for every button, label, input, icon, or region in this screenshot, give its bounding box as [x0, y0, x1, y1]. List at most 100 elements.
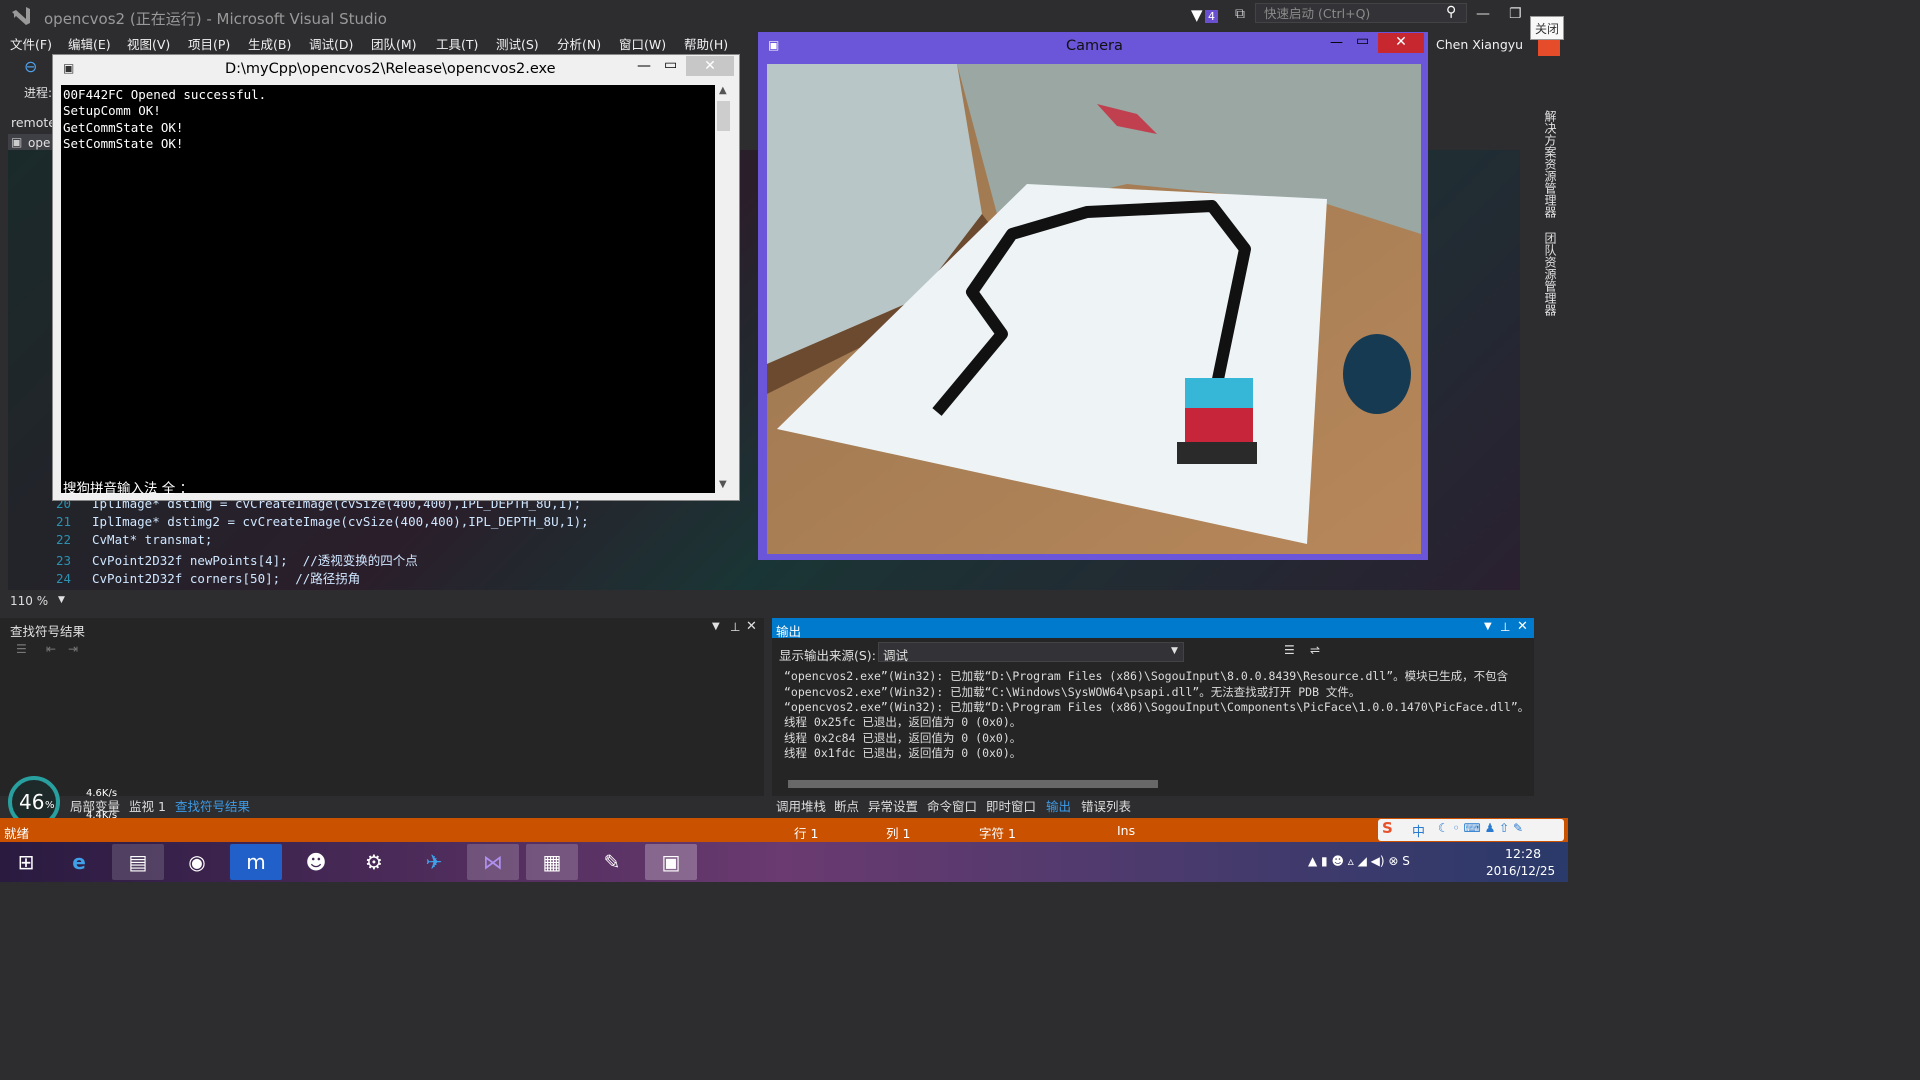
- menu-help[interactable]: 帮助(H): [684, 34, 728, 53]
- tab-call-stack[interactable]: 调用堆栈: [776, 796, 826, 815]
- panel-dropdown-icon[interactable]: ▼: [712, 621, 720, 632]
- output-pin-icon[interactable]: ⊥: [1500, 620, 1510, 634]
- chrome-icon[interactable]: ◉: [171, 844, 223, 880]
- network-percent-unit: %: [45, 800, 55, 811]
- word-wrap-icon[interactable]: ⇌: [1310, 643, 1320, 657]
- start-button-icon[interactable]: ⊞: [0, 844, 52, 880]
- team-explorer-tab[interactable]: 团队资源管理器: [1542, 232, 1559, 316]
- notification-badge: 4: [1205, 10, 1218, 23]
- menu-project[interactable]: 项目(P): [188, 34, 230, 53]
- paint-icon[interactable]: ✎: [586, 844, 638, 880]
- find-symbol-results-panel[interactable]: 查找符号结果 ▼ ⊥ ✕ ☰ ⇤ ⇥: [0, 618, 764, 796]
- output-h-scrollbar[interactable]: [788, 780, 1158, 788]
- camera-maximize-button[interactable]: ▭: [1356, 33, 1369, 49]
- console-close-button[interactable]: ✕: [686, 56, 734, 76]
- prev-icon[interactable]: ⇤: [46, 642, 56, 656]
- code-line: 21 IplImage* dstimg2 = cvCreateImage(cvSi…: [56, 514, 589, 529]
- solution-explorer-tab[interactable]: 解决方案资源管理器: [1542, 110, 1559, 218]
- output-panel[interactable]: 输出 ▼ ⊥ ✕ 显示输出来源(S): 调试 ▼ ☰ ⇌ “opencvos2.…: [772, 618, 1534, 796]
- app-icon[interactable]: m: [230, 844, 282, 880]
- pin-icon[interactable]: ⊥: [730, 620, 740, 634]
- menu-team[interactable]: 团队(M): [371, 34, 417, 53]
- console-minimize-button[interactable]: —: [637, 58, 651, 74]
- clock-time[interactable]: 12:28: [1505, 846, 1541, 861]
- feedback-icon[interactable]: ⧉: [1235, 6, 1245, 22]
- tab-command-window[interactable]: 命令窗口: [927, 796, 977, 815]
- menu-analyze[interactable]: 分析(N): [557, 34, 601, 53]
- find-panel-title: 查找符号结果: [10, 624, 86, 639]
- output-close-button[interactable]: ✕: [1517, 619, 1528, 634]
- camera-close-button[interactable]: ✕: [1378, 33, 1424, 53]
- scroll-thumb[interactable]: [717, 101, 730, 131]
- minimize-button[interactable]: —: [1476, 6, 1490, 22]
- progress-label: 进程:: [24, 86, 53, 100]
- find-panel-close-button[interactable]: ✕: [746, 619, 757, 634]
- output-dropdown-icon[interactable]: ▼: [1484, 621, 1492, 632]
- output-line: 线程 0x2c84 已退出，返回值为 0 (0x0)。: [784, 731, 1022, 745]
- menu-window[interactable]: 窗口(W): [619, 34, 666, 53]
- camera-window[interactable]: ▣ Camera — ▭ ✕: [758, 32, 1428, 560]
- tab-exception-settings[interactable]: 异常设置: [868, 796, 918, 815]
- camera-title-bar[interactable]: ▣ Camera — ▭ ✕: [758, 32, 1428, 62]
- status-bar: 就绪 行 1 列 1 字符 1 Ins S 中 ☾ ◦ ⌨ ♟ ⇧ ✎: [0, 818, 1568, 842]
- camera-feed-image: [767, 64, 1421, 554]
- explorer-icon[interactable]: ▤: [112, 844, 164, 880]
- output-title: 输出: [776, 624, 802, 639]
- qq-icon[interactable]: ☻: [290, 844, 342, 880]
- code-line: 23 CvPoint2D32f newPoints[4]; //透视变换的四个点: [56, 553, 418, 568]
- console-title-bar[interactable]: ▣ D:\myCpp\opencvos2\Release\opencvos2.e…: [53, 55, 739, 83]
- list-icon[interactable]: ☰: [16, 642, 27, 656]
- code-line: 22 CvMat* transmat;: [56, 532, 213, 547]
- camera-minimize-button[interactable]: —: [1330, 35, 1343, 50]
- status-char: 字符 1: [979, 826, 1016, 841]
- ime-tools-icon[interactable]: ☾ ◦ ⌨ ♟ ⇧ ✎: [1438, 821, 1523, 835]
- search-icon[interactable]: ⚲: [1446, 4, 1456, 20]
- clock-date[interactable]: 2016/12/25: [1486, 864, 1555, 878]
- close-button[interactable]: [1538, 40, 1560, 56]
- console-output[interactable]: 00F442FC Opened successful. SetupComm OK…: [61, 85, 715, 497]
- zoom-dropdown-icon[interactable]: ▼: [58, 595, 65, 605]
- visual-studio-logo-icon: [10, 6, 32, 26]
- tab-find-symbol-results[interactable]: 查找符号结果: [175, 796, 250, 815]
- output-source-value: 调试: [883, 648, 909, 663]
- network-percent: 46: [19, 790, 45, 814]
- menu-edit[interactable]: 编辑(E): [68, 34, 111, 53]
- console-app-icon[interactable]: ▣: [645, 844, 697, 880]
- menu-build[interactable]: 生成(B): [248, 34, 291, 53]
- photo-viewer-icon[interactable]: ▦: [526, 844, 578, 880]
- scroll-down-icon[interactable]: ▼: [719, 479, 727, 490]
- console-window[interactable]: ▣ D:\myCpp\opencvos2\Release\opencvos2.e…: [52, 54, 740, 501]
- menu-test[interactable]: 测试(S): [496, 34, 539, 53]
- menu-tools[interactable]: 工具(T): [436, 34, 478, 53]
- output-line: “opencvos2.exe”(Win32): 已加载“C:\Windows\S…: [784, 685, 1361, 699]
- filter-icon[interactable]: ▼: [1191, 6, 1203, 24]
- output-line: 线程 0x25fc 已退出，返回值为 0 (0x0)。: [784, 715, 1022, 729]
- tray-icons[interactable]: ▲ ▮ ☻ ▵ ◢ ◀) ⊗ S: [1308, 854, 1410, 868]
- clear-all-icon[interactable]: ☰: [1284, 643, 1295, 657]
- menu-view[interactable]: 视图(V): [127, 34, 170, 53]
- maximize-button[interactable]: ❐: [1509, 6, 1522, 22]
- back-icon[interactable]: ⊖: [24, 57, 37, 76]
- user-name[interactable]: Chen Xiangyu: [1436, 37, 1523, 52]
- menu-debug[interactable]: 调试(D): [309, 34, 353, 53]
- quick-launch-input[interactable]: 快速启动 (Ctrl+Q): [1255, 3, 1467, 23]
- console-scrollbar[interactable]: ▲ ▼: [715, 85, 732, 493]
- tab-watch1[interactable]: 监视 1: [129, 796, 166, 815]
- console-maximize-button[interactable]: ▭: [664, 57, 677, 73]
- tab-error-list[interactable]: 错误列表: [1081, 796, 1131, 815]
- ie-icon[interactable]: e: [53, 844, 105, 880]
- select-chevron-icon: ▼: [1171, 646, 1178, 656]
- ime-mode[interactable]: 中: [1412, 821, 1425, 840]
- next-icon[interactable]: ⇥: [68, 642, 78, 656]
- steam-icon[interactable]: ⚙: [348, 844, 400, 880]
- output-source-select[interactable]: 调试 ▼: [878, 642, 1184, 663]
- tab-output[interactable]: 输出: [1046, 796, 1071, 815]
- tab-immediate-window[interactable]: 即时窗口: [986, 796, 1036, 815]
- messenger-icon[interactable]: ✈: [408, 844, 460, 880]
- sogou-toolbar[interactable]: S 中 ☾ ◦ ⌨ ♟ ⇧ ✎: [1378, 819, 1564, 841]
- tab-breakpoints[interactable]: 断点: [834, 796, 859, 815]
- scroll-up-icon[interactable]: ▲: [719, 85, 727, 96]
- zoom-level[interactable]: 110 %: [10, 594, 48, 608]
- visual-studio-icon[interactable]: ⋈: [467, 844, 519, 880]
- menu-file[interactable]: 文件(F): [10, 34, 52, 53]
